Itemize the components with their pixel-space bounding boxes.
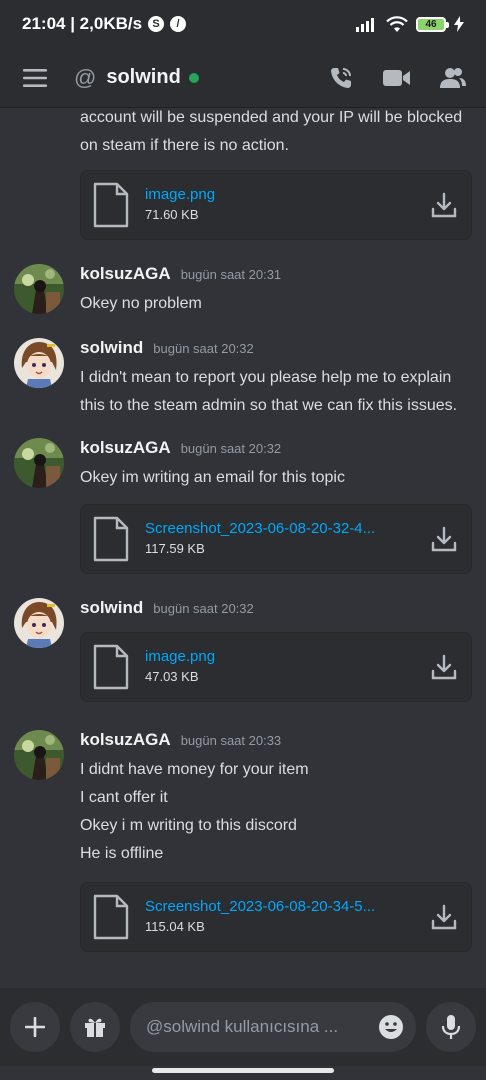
- charging-icon: [454, 16, 464, 32]
- message-author[interactable]: kolsuzAGA: [80, 730, 171, 750]
- avatar[interactable]: [14, 598, 64, 648]
- message-text: account will be suspended and your IP wi…: [80, 109, 463, 126]
- file-attachment[interactable]: Screenshot_2023-06-08-20-32-4... 117.59 …: [80, 504, 472, 574]
- status-bar: 21:04 | 2,0KB/s S / 46: [0, 0, 486, 48]
- channel-title[interactable]: solwind: [106, 66, 180, 89]
- battery-icon: 46: [416, 16, 449, 32]
- download-icon: [431, 654, 457, 680]
- file-size: 117.59 KB: [145, 541, 205, 556]
- message-timestamp: bugün saat 20:32: [180, 441, 282, 456]
- video-call-icon: [383, 69, 410, 86]
- members-icon: [440, 67, 466, 88]
- gift-icon: [85, 1018, 105, 1037]
- online-status-indicator: [188, 72, 199, 83]
- message-timestamp: bugün saat 20:33: [180, 733, 282, 748]
- status-time: 21:04 | 2,0KB/s: [22, 14, 143, 33]
- voice-message-button[interactable]: [426, 1002, 476, 1052]
- file-name-link[interactable]: Screenshot_2023-06-08-20-32-4...: [145, 519, 419, 539]
- file-name-link[interactable]: image.png: [145, 185, 419, 205]
- message-author[interactable]: solwind: [80, 598, 143, 618]
- file-size: 47.03 KB: [145, 669, 199, 684]
- file-icon: [93, 894, 129, 940]
- file-size: 115.04 KB: [145, 919, 205, 934]
- file-attachment[interactable]: image.png 71.60 KB: [80, 170, 472, 240]
- home-indicator[interactable]: [152, 1068, 334, 1073]
- download-button[interactable]: [429, 652, 459, 682]
- message-author[interactable]: kolsuzAGA: [80, 438, 171, 458]
- message-text: I cant offer it: [80, 789, 168, 806]
- message-author[interactable]: solwind: [80, 338, 143, 358]
- channel-header: @ solwind: [0, 48, 486, 108]
- file-attachment[interactable]: Screenshot_2023-06-08-20-34-5... 115.04 …: [80, 882, 472, 952]
- avatar[interactable]: [14, 438, 64, 488]
- message-text: on steam if there is no action.: [80, 137, 289, 154]
- file-icon: [93, 644, 129, 690]
- message-timestamp: bugün saat 20:31: [180, 267, 282, 282]
- message-timestamp: bugün saat 20:32: [153, 341, 254, 356]
- message-text: I didn't mean to report you please help …: [80, 369, 452, 386]
- download-icon: [431, 904, 457, 930]
- add-attachment-button[interactable]: [10, 1002, 60, 1052]
- message-list[interactable]: account will be suspended and your IP wi…: [0, 108, 486, 988]
- message-text: He is offline: [80, 845, 164, 862]
- signal-icon: [356, 18, 374, 32]
- avatar[interactable]: [14, 264, 64, 314]
- file-icon: [93, 182, 129, 228]
- wifi-icon: [386, 15, 408, 32]
- app-notification-icon: /: [170, 16, 187, 32]
- download-icon: [431, 192, 457, 218]
- download-icon: [431, 526, 457, 552]
- emoji-icon[interactable]: [378, 1014, 404, 1040]
- voice-call-icon: [331, 67, 351, 88]
- download-button[interactable]: [429, 190, 459, 220]
- gift-button[interactable]: [70, 1002, 120, 1052]
- message-input[interactable]: [146, 1017, 368, 1037]
- microphone-icon: [441, 1015, 461, 1039]
- message-text: this to the steam admin so that we can f…: [80, 397, 458, 414]
- message-timestamp: bugün saat 20:32: [153, 601, 254, 616]
- members-button[interactable]: [438, 63, 468, 93]
- file-attachment[interactable]: image.png 47.03 KB: [80, 632, 472, 702]
- avatar[interactable]: [14, 338, 64, 388]
- message-composer: [0, 988, 486, 1066]
- file-icon: [93, 516, 129, 562]
- message-text: Okey i m writing to this discord: [80, 817, 297, 834]
- message-text: I didnt have money for your item: [80, 761, 309, 778]
- voice-call-button[interactable]: [326, 63, 356, 93]
- menu-icon: [23, 68, 47, 87]
- message-author[interactable]: kolsuzAGA: [80, 264, 171, 284]
- message-text: Okey no problem: [80, 295, 202, 312]
- plus-icon: [25, 1017, 45, 1037]
- video-call-button[interactable]: [382, 63, 412, 93]
- download-button[interactable]: [429, 902, 459, 932]
- at-icon: @: [74, 64, 97, 90]
- file-size: 71.60 KB: [145, 207, 199, 222]
- steam-notification-icon: S: [148, 16, 165, 32]
- message-input-wrapper: [130, 1002, 416, 1052]
- message-text: Okey im writing an email for this topic: [80, 469, 345, 486]
- avatar[interactable]: [14, 730, 64, 780]
- file-name-link[interactable]: image.png: [145, 647, 419, 667]
- file-name-link[interactable]: Screenshot_2023-06-08-20-34-5...: [145, 897, 419, 917]
- menu-button[interactable]: [18, 61, 52, 95]
- download-button[interactable]: [429, 524, 459, 554]
